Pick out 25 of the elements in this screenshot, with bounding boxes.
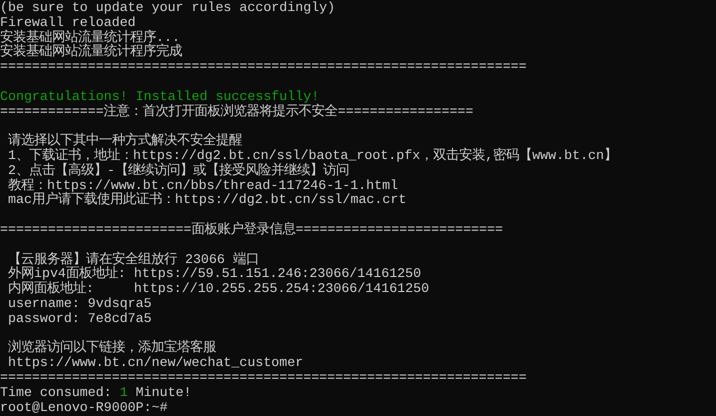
highlighted-output-text: Congratulations! Installed successfully!: [0, 88, 320, 104]
output-text: password: 7e8cd7a5: [6, 310, 152, 326]
output-text: root@Lenovo-R9000P:~#: [0, 400, 168, 415]
output-text: ========================面板账户登录信息==========================: [0, 222, 503, 237]
output-text: ==================================================================: [0, 59, 527, 74]
output-text: 浏览器访问以下链接，添加宝塔客服: [6, 340, 216, 356]
output-text: mac用户请下载使用此证书：https://dg2.bt.cn/ssl/mac.crt: [6, 192, 406, 208]
output-text: username: 9vdsqra5: [6, 296, 152, 311]
output-text: Minute!: [134, 384, 192, 400]
output-text: 教程：https://www.bt.cn/bbs/thread-117246-1-1.html: [6, 178, 398, 193]
output-text: (be sure to update your rules accordingly): [0, 0, 336, 15]
output-text: 安装基础网站流量统计程序...: [0, 30, 180, 45]
output-text: https://www.bt.cn/new/wechat_customer: [6, 355, 304, 370]
output-text: 【云服务器】请在安全组放行 23066 端口: [6, 252, 259, 267]
output-text: 2、点击【高级】-【继续访问】或【接受风险并继续】访问: [6, 162, 349, 178]
output-text: 安装基础网站流量统计程序完成: [0, 44, 182, 60]
output-text: Firewall reloaded: [0, 14, 136, 30]
output-text: 1、下载证书，地址：https://dg2.bt.cn/ssl/baota_root.pfx，双击安装,密码【www.bt.cn】: [6, 148, 618, 163]
output-text: 内网面板地址: https://10.255.255.254:23066/14161250: [6, 281, 430, 296]
output-text: Time consumed:: [0, 384, 113, 400]
output-text: 请选择以下其中一种方式解决不安全提醒: [6, 133, 242, 148]
output-text: =============注意：首次打开面板浏览器将提示不安全=================: [0, 104, 474, 119]
highlighted-output-text: 1: [120, 384, 128, 400]
output-text: 外网ipv4面板地址: https://59.51.151.246:23066/14161250: [6, 266, 422, 282]
output-text: ==================================================================: [0, 370, 527, 385]
